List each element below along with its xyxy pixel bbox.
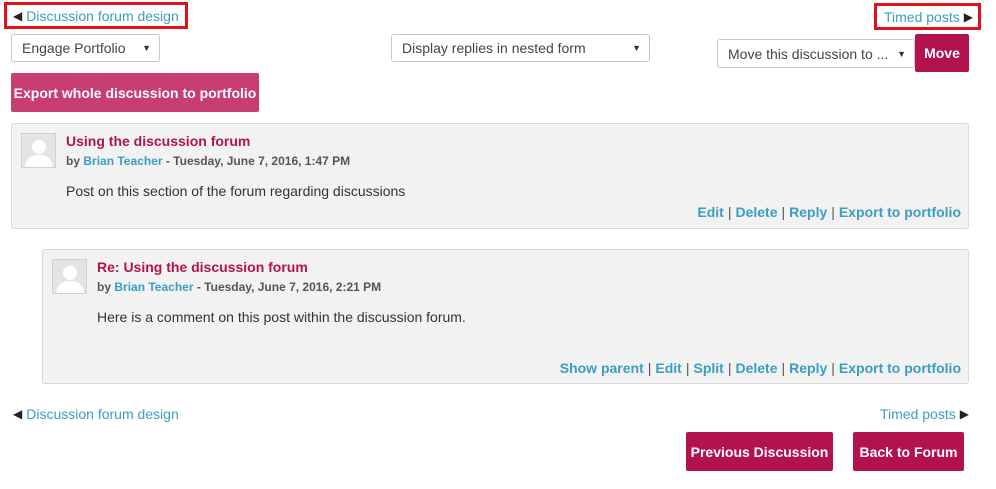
next-activity-label: Timed posts — [884, 8, 960, 25]
prev-activity-label: Discussion forum design — [26, 7, 179, 24]
author-link[interactable]: Brian Teacher — [83, 154, 162, 168]
post-title[interactable]: Using the discussion forum — [66, 133, 250, 149]
post-body: Here is a comment on this post within th… — [97, 309, 466, 325]
edit-link[interactable]: Edit — [655, 360, 681, 376]
split-link[interactable]: Split — [693, 360, 723, 376]
chevron-down-icon: ▼ — [897, 48, 906, 59]
move-discussion-select[interactable]: Move this discussion to ... ▼ — [717, 39, 915, 68]
separator: | — [647, 360, 652, 376]
chevron-down-icon: ▼ — [632, 43, 641, 53]
display-mode-select[interactable]: Display replies in nested form ▼ — [391, 34, 650, 62]
reply-link[interactable]: Reply — [789, 360, 827, 376]
post-byline: by Brian Teacher - Tuesday, June 7, 2016… — [97, 280, 381, 294]
user-silhouette-icon — [56, 266, 84, 293]
byline-prefix: by — [97, 280, 112, 294]
separator: | — [727, 360, 732, 376]
separator: | — [685, 360, 690, 376]
post-date: - Tuesday, June 7, 2016, 2:21 PM — [193, 280, 382, 294]
export-to-portfolio-link[interactable]: Export to portfolio — [839, 360, 961, 376]
separator: | — [831, 204, 835, 220]
prev-activity-label: Discussion forum design — [26, 406, 179, 422]
post-body: Post on this section of the forum regard… — [66, 183, 406, 199]
show-parent-link[interactable]: Show parent — [560, 360, 644, 376]
post-date: - Tuesday, June 7, 2016, 1:47 PM — [162, 154, 351, 168]
move-button[interactable]: Move — [915, 34, 969, 72]
portfolio-select-value: Engage Portfolio — [22, 40, 126, 56]
user-silhouette-icon — [25, 140, 53, 167]
avatar[interactable] — [52, 259, 87, 294]
left-triangle-icon: ◀ — [13, 8, 23, 23]
export-to-portfolio-link[interactable]: Export to portfolio — [839, 204, 961, 220]
post-title[interactable]: Re: Using the discussion forum — [97, 259, 308, 275]
display-mode-select-value: Display replies in nested form — [402, 40, 586, 56]
right-triangle-icon: ▶ — [963, 9, 973, 24]
post-commands: Edit | Delete | Reply | Export to portfo… — [697, 204, 961, 220]
separator: | — [831, 360, 835, 376]
export-discussion-button[interactable]: Export whole discussion to portfolio — [11, 73, 259, 112]
back-to-forum-button[interactable]: Back to Forum — [853, 432, 964, 471]
post-byline: by Brian Teacher - Tuesday, June 7, 2016… — [66, 154, 350, 168]
portfolio-select[interactable]: Engage Portfolio ▼ — [11, 34, 160, 62]
previous-discussion-button[interactable]: Previous Discussion — [686, 432, 833, 471]
delete-link[interactable]: Delete — [735, 204, 777, 220]
prev-activity-link-top[interactable]: ◀ Discussion forum design — [4, 2, 188, 29]
forum-post: Using the discussion forum by Brian Teac… — [11, 123, 969, 229]
byline-prefix: by — [66, 154, 81, 168]
right-triangle-icon: ▶ — [959, 407, 969, 421]
reply-link[interactable]: Reply — [789, 204, 827, 220]
author-link[interactable]: Brian Teacher — [114, 280, 193, 294]
prev-activity-link-bottom[interactable]: ◀ Discussion forum design — [13, 404, 179, 424]
separator: | — [781, 360, 786, 376]
separator: | — [781, 204, 786, 220]
next-activity-link-bottom[interactable]: Timed posts ▶ — [880, 404, 969, 424]
move-discussion-select-value: Move this discussion to ... — [728, 45, 889, 62]
chevron-down-icon: ▼ — [142, 43, 151, 53]
next-activity-link-top[interactable]: Timed posts ▶ — [874, 3, 981, 30]
next-activity-label: Timed posts — [880, 406, 956, 422]
post-commands: Show parent | Edit | Split | Delete | Re… — [560, 360, 961, 376]
separator: | — [727, 204, 732, 220]
edit-link[interactable]: Edit — [697, 204, 723, 220]
avatar[interactable] — [21, 133, 56, 168]
delete-link[interactable]: Delete — [735, 360, 777, 376]
forum-reply-post: Re: Using the discussion forum by Brian … — [42, 249, 969, 384]
left-triangle-icon: ◀ — [13, 407, 23, 421]
